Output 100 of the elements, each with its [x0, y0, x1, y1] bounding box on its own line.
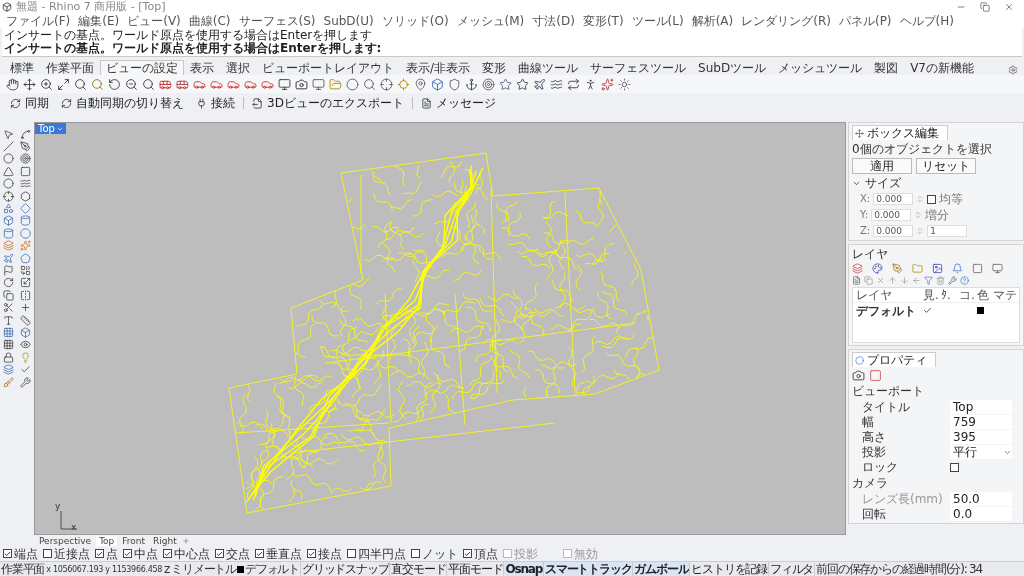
viewport-tab[interactable]: Top — [96, 535, 118, 546]
osnap-checkbox[interactable] — [463, 549, 472, 558]
size-field[interactable]: 0.000 — [871, 209, 912, 221]
menu-item[interactable]: レンダリング(R) — [737, 13, 835, 28]
curve-icon[interactable] — [20, 128, 31, 140]
panel-button[interactable]: 適用 — [852, 158, 912, 174]
menu-item[interactable]: 変形(T) — [578, 13, 628, 28]
pointer-icon[interactable] — [3, 128, 14, 140]
plus-icon[interactable] — [20, 302, 31, 314]
property-value[interactable]: Top — [950, 400, 1012, 414]
osnap-checkbox[interactable] — [123, 549, 132, 558]
toolbar-tab[interactable]: SubDツール — [692, 60, 773, 75]
command-prompt[interactable]: インサートの基点。ワールド原点を使用する場合はEnterを押します: — [4, 42, 1020, 55]
wrench-icon[interactable] — [948, 276, 957, 285]
menu-item[interactable]: ビュー(V) — [123, 13, 185, 28]
filter-icon[interactable] — [924, 276, 933, 285]
mirror-icon[interactable] — [20, 289, 31, 301]
increment-field[interactable]: 1 — [927, 225, 968, 237]
osnap-checkbox[interactable] — [347, 549, 356, 558]
line-icon[interactable] — [3, 141, 14, 153]
osnap-checkbox[interactable] — [3, 549, 12, 558]
osnap-checkbox[interactable] — [163, 549, 172, 558]
toolbar-tab[interactable]: 選択 — [220, 60, 256, 75]
status-toggle[interactable]: Osnap — [503, 562, 544, 576]
status-toggle[interactable]: ヒストリを記録 — [689, 562, 769, 576]
lens-icon[interactable] — [363, 77, 376, 91]
layer-color-swatch[interactable] — [977, 307, 984, 314]
waves-icon[interactable] — [550, 77, 563, 91]
toolbar-tab[interactable]: ビューの設定 — [100, 60, 184, 75]
toolbar-tab[interactable]: サーフェスツール — [584, 60, 693, 75]
layer-name[interactable]: デフォルト — [856, 303, 923, 318]
hexagon-icon[interactable] — [20, 190, 31, 202]
projection-select[interactable]: 平行 — [950, 445, 1012, 459]
box-icon[interactable] — [431, 77, 444, 91]
pin-icon[interactable] — [414, 77, 427, 91]
close-icon[interactable] — [1004, 1, 1014, 12]
sun-icon[interactable] — [618, 77, 631, 91]
property-value[interactable]: 0.0 — [950, 507, 1012, 521]
camera-icon[interactable] — [295, 77, 308, 91]
osnap-checkbox[interactable] — [307, 549, 316, 558]
hand-icon[interactable] — [6, 77, 19, 91]
shield-icon[interactable] — [448, 77, 461, 91]
viewport-title-button[interactable]: Top — [35, 123, 66, 134]
magnifier-icon[interactable] — [142, 77, 155, 91]
layers-icon[interactable] — [852, 263, 863, 274]
copy-icon[interactable] — [3, 289, 14, 301]
size-field[interactable]: 0.000 — [873, 193, 914, 205]
viewport-toolbar-button[interactable]: 3Dビューのエクスポート — [248, 94, 408, 112]
square-icon[interactable] — [972, 263, 983, 274]
status-toggle[interactable]: スマートトラック — [543, 562, 633, 576]
menu-item[interactable]: ソリッド(O) — [377, 13, 453, 28]
repeat-icon[interactable] — [567, 77, 580, 91]
size-field[interactable]: 0.000 — [873, 225, 914, 237]
shapes-icon[interactable] — [3, 203, 14, 215]
viewport-tab[interactable]: Front — [119, 535, 149, 546]
stack-icon[interactable] — [3, 364, 14, 376]
toolbar-tab[interactable]: 変形 — [476, 60, 513, 75]
box-icon[interactable] — [3, 215, 14, 227]
menu-item[interactable]: ヘルプ(H) — [895, 13, 958, 28]
crosshair-icon[interactable] — [380, 77, 393, 91]
wrench-icon[interactable] — [20, 376, 31, 388]
osnap-checkbox[interactable] — [255, 549, 264, 558]
lock-checkbox[interactable] — [950, 462, 959, 472]
image-icon[interactable] — [932, 263, 943, 274]
monitor-icon[interactable] — [278, 77, 291, 91]
wave-icon[interactable] — [20, 178, 31, 190]
drum-icon[interactable] — [3, 227, 14, 239]
search-icon[interactable] — [74, 77, 87, 91]
toolbar-tab[interactable]: ビューポートレイアウト — [256, 60, 400, 75]
toolbar-tab[interactable]: V7の新機能 — [904, 60, 980, 75]
column-header[interactable]: ﾀ. — [941, 288, 959, 302]
help-icon[interactable] — [960, 276, 969, 285]
ruler-icon[interactable] — [20, 314, 31, 326]
property-value[interactable]: 395 — [950, 430, 1012, 444]
toolbar-tab[interactable]: メッシュツール — [772, 60, 869, 75]
uniform-checkbox[interactable] — [927, 194, 937, 204]
column-header[interactable]: コ. — [959, 288, 977, 302]
menu-item[interactable]: 曲線(C) — [184, 13, 235, 28]
menu-item[interactable]: 解析(A) — [687, 13, 738, 28]
star-icon[interactable] — [499, 77, 512, 91]
monitor-icon[interactable] — [992, 263, 1003, 274]
osnap-checkbox[interactable] — [411, 549, 420, 558]
menu-item[interactable]: サーフェス(S) — [234, 13, 320, 28]
menu-item[interactable]: SubD(U) — [319, 13, 378, 28]
target-icon[interactable] — [20, 153, 31, 165]
toolbar-tab[interactable]: 表示/非表示 — [400, 60, 477, 75]
viewport-tab[interactable]: Right — [150, 535, 180, 546]
column-header[interactable]: 色 — [977, 288, 993, 302]
undo-icon[interactable] — [108, 77, 121, 91]
pen-icon[interactable] — [20, 141, 31, 153]
array-icon[interactable] — [3, 339, 14, 351]
bell-icon[interactable] — [952, 263, 963, 274]
diamond-icon[interactable] — [20, 203, 31, 215]
target-icon[interactable] — [482, 77, 495, 91]
flag-icon[interactable] — [3, 265, 14, 276]
status-toggle[interactable]: ガムボール — [632, 562, 690, 576]
toolbar-tab[interactable]: 表示 — [184, 60, 220, 75]
toolbar-tab[interactable]: 標準 — [4, 60, 40, 75]
palette-icon[interactable] — [872, 263, 883, 274]
osnap-checkbox[interactable] — [215, 549, 224, 558]
